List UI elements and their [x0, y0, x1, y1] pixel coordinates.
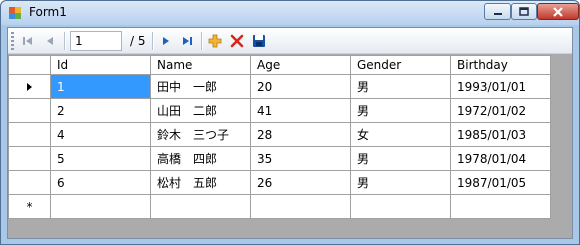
cell-name[interactable]: 鈴木 三つ子 — [150, 122, 251, 147]
move-previous-icon — [47, 37, 53, 45]
form-client-area: / 5 — [7, 27, 573, 239]
maximize-button[interactable] — [511, 3, 537, 20]
cell-name[interactable]: 高橋 四郎 — [150, 146, 251, 171]
move-next-icon — [163, 37, 169, 45]
column-header-name[interactable]: Name — [150, 55, 251, 75]
row-header[interactable] — [8, 146, 51, 171]
cell-id[interactable]: 5 — [50, 146, 151, 171]
cell-age[interactable]: 41 — [250, 98, 351, 123]
column-header-gender[interactable]: Gender — [350, 55, 451, 75]
cell-birthday[interactable]: 1985/01/03 — [450, 122, 551, 147]
column-header-id[interactable]: Id — [50, 55, 151, 75]
cell-gender[interactable] — [350, 194, 451, 219]
row-header[interactable] — [8, 98, 51, 123]
cell-age[interactable]: 35 — [250, 146, 351, 171]
delete-icon — [230, 34, 244, 48]
data-grid-view[interactable]: Id Name Age Gender Birthday 1 田中 一郎 20 男 — [8, 55, 552, 226]
new-row-marker: * — [26, 199, 33, 214]
cell-birthday[interactable] — [450, 194, 551, 219]
column-header-birthday[interactable]: Birthday — [450, 55, 551, 75]
app-icon — [9, 7, 21, 19]
cell-age[interactable]: 20 — [250, 74, 351, 99]
grid-corner-header[interactable] — [8, 55, 51, 75]
cell-id[interactable]: 1 — [50, 74, 151, 99]
minimize-button[interactable] — [484, 3, 511, 20]
row-header[interactable] — [8, 122, 51, 147]
table-row[interactable]: 1 田中 一郎 20 男 1993/01/01 — [8, 74, 551, 99]
cell-id[interactable]: 2 — [50, 98, 151, 123]
close-icon — [553, 6, 563, 17]
toolbar-separator — [64, 32, 65, 50]
cell-name[interactable]: 松村 五郎 — [150, 170, 251, 195]
main-window: Form1 / 5 — [0, 0, 580, 245]
toolbar-grip[interactable] — [11, 32, 14, 50]
cell-age[interactable]: 28 — [250, 122, 351, 147]
maximize-icon — [519, 6, 529, 16]
save-button[interactable] — [249, 31, 269, 51]
move-next-button[interactable] — [156, 31, 176, 51]
cell-age[interactable] — [250, 194, 351, 219]
cell-birthday[interactable]: 1993/01/01 — [450, 74, 551, 99]
table-row[interactable]: 2 山田 二郎 41 男 1972/01/02 — [8, 98, 551, 123]
new-row[interactable]: * — [8, 194, 551, 219]
cell-id[interactable]: 6 — [50, 170, 151, 195]
column-header-age[interactable]: Age — [250, 55, 351, 75]
close-button[interactable] — [537, 3, 579, 20]
cell-gender[interactable]: 男 — [350, 146, 451, 171]
add-icon — [208, 34, 222, 48]
cell-birthday[interactable]: 1972/01/02 — [450, 98, 551, 123]
table-row[interactable]: 5 高橋 四郎 35 男 1978/01/04 — [8, 146, 551, 171]
move-last-button[interactable] — [177, 31, 197, 51]
cell-gender[interactable]: 女 — [350, 122, 451, 147]
row-header-new[interactable]: * — [8, 194, 51, 219]
cell-gender[interactable]: 男 — [350, 170, 451, 195]
cell-gender[interactable]: 男 — [350, 74, 451, 99]
delete-button[interactable] — [227, 31, 247, 51]
title-bar[interactable]: Form1 — [1, 1, 579, 25]
move-previous-button[interactable] — [40, 31, 60, 51]
move-first-icon — [23, 37, 32, 45]
data-grid-table: Id Name Age Gender Birthday 1 田中 一郎 20 男 — [8, 55, 551, 219]
cell-birthday[interactable]: 1987/01/05 — [450, 170, 551, 195]
add-new-button[interactable] — [205, 31, 225, 51]
binding-navigator: / 5 — [8, 28, 572, 54]
table-row[interactable]: 4 鈴木 三つ子 28 女 1985/01/03 — [8, 122, 551, 147]
move-last-icon — [183, 37, 192, 45]
cell-name[interactable]: 山田 二郎 — [150, 98, 251, 123]
minimize-icon — [493, 12, 502, 15]
toolbar-separator — [201, 32, 202, 50]
row-header[interactable] — [8, 170, 51, 195]
table-row[interactable]: 6 松村 五郎 26 男 1987/01/05 — [8, 170, 551, 195]
row-header-current[interactable] — [8, 74, 51, 99]
window-title: Form1 — [29, 5, 67, 19]
cell-name[interactable] — [150, 194, 251, 219]
cell-id[interactable]: 4 — [50, 122, 151, 147]
toolbar-separator — [152, 32, 153, 50]
position-input[interactable] — [70, 31, 122, 51]
cell-birthday[interactable]: 1978/01/04 — [450, 146, 551, 171]
cell-name[interactable]: 田中 一郎 — [150, 74, 251, 99]
count-label: / 5 — [130, 34, 146, 48]
save-icon — [253, 35, 265, 47]
cell-gender[interactable]: 男 — [350, 98, 451, 123]
move-first-button[interactable] — [18, 31, 38, 51]
current-row-arrow-icon — [27, 82, 32, 91]
cell-age[interactable]: 26 — [250, 170, 351, 195]
cell-id[interactable] — [50, 194, 151, 219]
